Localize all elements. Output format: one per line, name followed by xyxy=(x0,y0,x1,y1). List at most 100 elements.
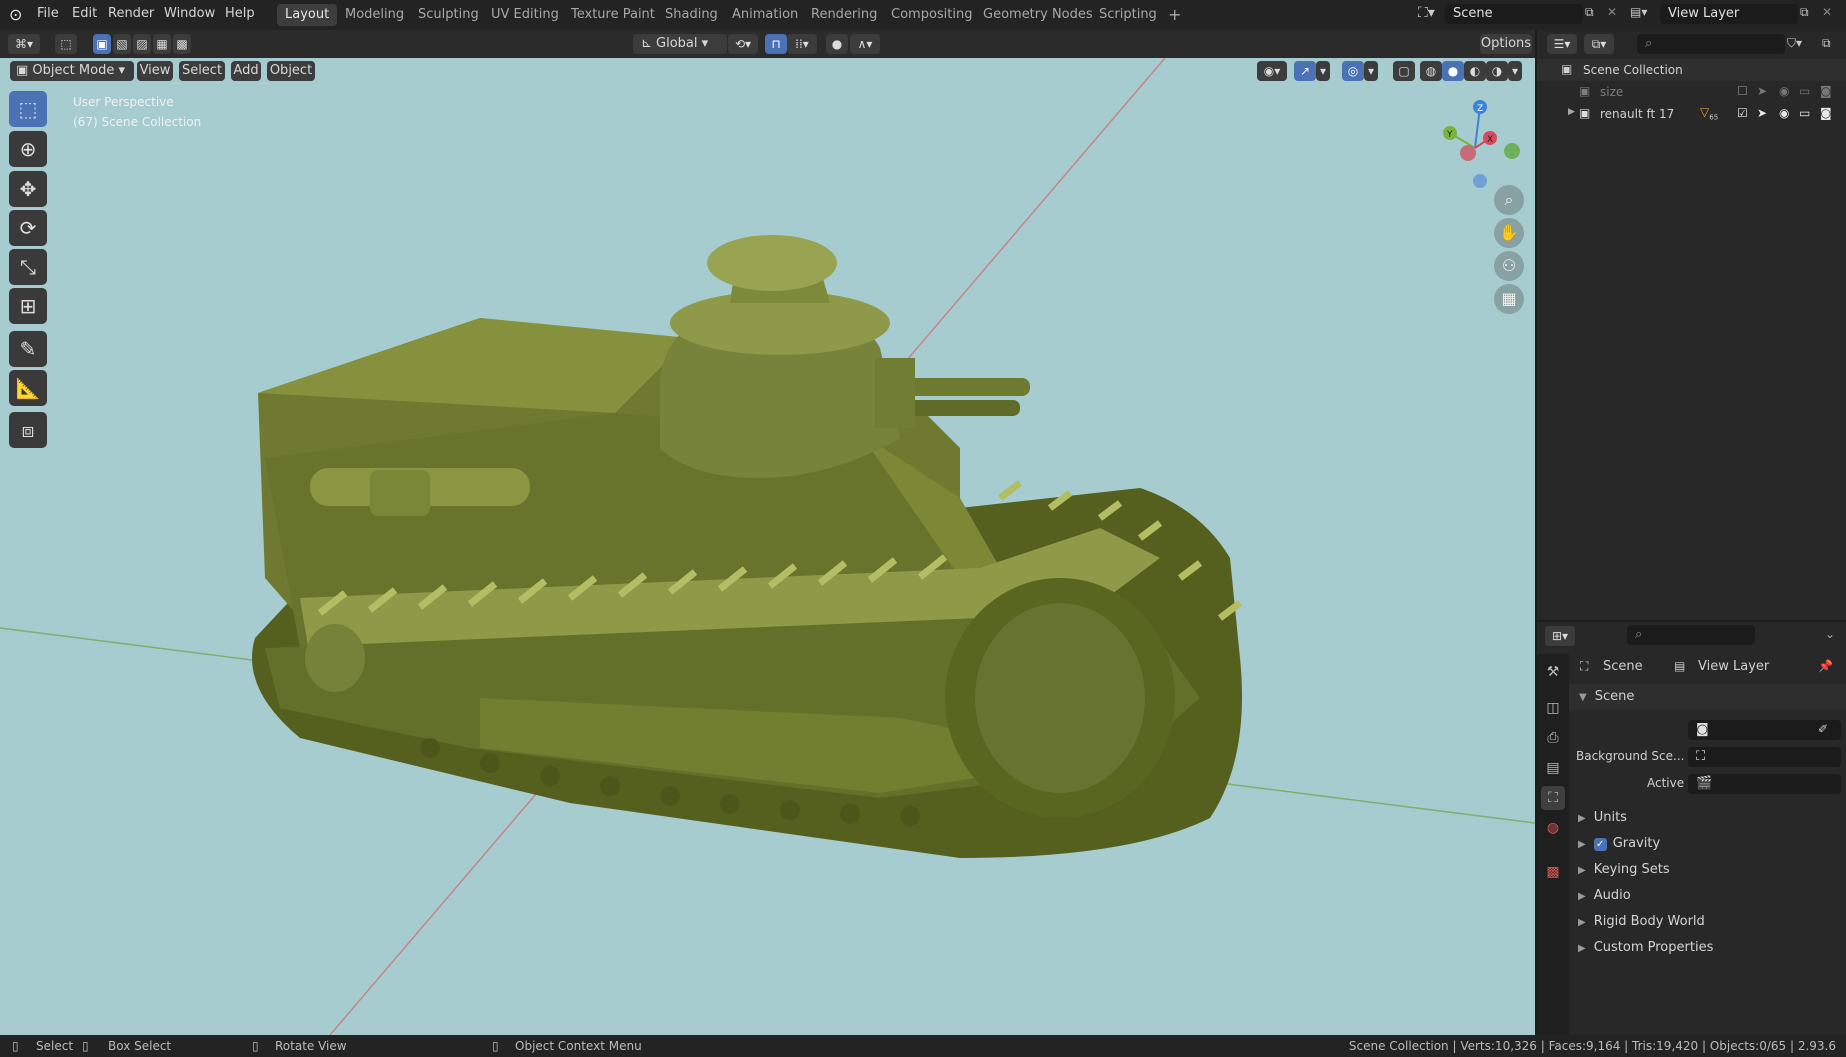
custom-properties-subsection[interactable]: ▶ Custom Properties xyxy=(1570,940,1713,955)
scene-icon[interactable]: ⛶▾ xyxy=(1418,5,1435,21)
select-box-tool-icon[interactable]: ⬚ xyxy=(9,91,47,127)
display-mode-icon[interactable]: ⧉▾ xyxy=(1584,34,1614,54)
neg-z-handle[interactable] xyxy=(1473,174,1487,188)
select-tool-icon[interactable]: ⬚ xyxy=(55,34,77,54)
tab-uv-editing[interactable]: UV Editing xyxy=(483,4,567,26)
blender-logo-icon[interactable]: ⊙ xyxy=(9,5,22,24)
options-dropdown[interactable]: Options ▾ xyxy=(1480,34,1532,71)
mode-invert-icon[interactable]: ▦ xyxy=(153,34,171,54)
chevron-down-icon[interactable]: ⌄ xyxy=(1825,627,1835,641)
outliner-row-size[interactable]: ▣ size ☐ ➤ ◉ ▭ ◙ xyxy=(1537,81,1846,103)
cursor-tool-icon[interactable]: ⊕ xyxy=(9,131,47,167)
selectable-arrow-icon[interactable]: ➤ xyxy=(1757,84,1767,98)
tab-sculpting[interactable]: Sculpting xyxy=(410,4,487,26)
eyedropper-icon[interactable]: ✐ xyxy=(1818,722,1828,736)
output-tab-icon[interactable]: ⎙ xyxy=(1541,726,1565,750)
gravity-checkbox[interactable]: ✓ xyxy=(1593,838,1607,851)
new-view-layer-icon[interactable]: ⧉ xyxy=(1800,5,1809,20)
tank-model[interactable] xyxy=(252,235,1243,858)
eye-icon[interactable]: ◉ xyxy=(1779,106,1789,120)
scene-selector[interactable]: Scene xyxy=(1445,4,1583,24)
outliner-row-root[interactable]: ▣ Scene Collection xyxy=(1537,59,1846,81)
outliner-search-input[interactable]: ⌕ xyxy=(1637,34,1785,54)
menu-render[interactable]: Render xyxy=(108,6,154,21)
mode-subtract-icon[interactable]: ▨ xyxy=(133,34,151,54)
monitor-icon[interactable]: ▭ xyxy=(1799,84,1810,98)
shading-dropdown-icon[interactable]: ▾ xyxy=(1508,61,1522,81)
audio-subsection[interactable]: ▶ Audio xyxy=(1570,888,1631,903)
add-workspace-button[interactable]: + xyxy=(1160,4,1189,26)
tab-scripting[interactable]: Scripting xyxy=(1091,4,1165,26)
expand-arrow-icon[interactable]: ▶ xyxy=(1568,107,1575,117)
tab-rendering[interactable]: Rendering xyxy=(803,4,885,26)
view-layer-selector[interactable]: View Layer xyxy=(1660,4,1798,24)
outliner-editor-icon[interactable]: ☰▾ xyxy=(1547,34,1577,54)
move-tool-icon[interactable]: ✥ xyxy=(9,171,47,207)
monitor-icon[interactable]: ▭ xyxy=(1799,106,1810,120)
rendered-shading-icon[interactable]: ◑ xyxy=(1486,61,1508,81)
zoom-icon[interactable]: ⌕ xyxy=(1494,185,1524,215)
camera-view-icon[interactable]: ⚇ xyxy=(1494,251,1524,281)
menu-file[interactable]: File xyxy=(37,6,59,21)
tab-modeling[interactable]: Modeling xyxy=(337,4,412,26)
xray-toggle-icon[interactable]: ▢ xyxy=(1393,61,1415,81)
overlays-toggle-icon[interactable]: ◎ xyxy=(1342,61,1364,81)
background-scene-field[interactable]: ⛶ xyxy=(1688,747,1841,767)
tool-tab-icon[interactable]: ⚒ xyxy=(1541,660,1565,684)
tab-layout[interactable]: Layout xyxy=(277,4,338,26)
camera-icon[interactable]: ◙ xyxy=(1820,106,1832,120)
transform-tool-icon[interactable]: ⊞ xyxy=(9,288,47,324)
snap-toggle-icon[interactable]: ⊓ xyxy=(765,34,787,54)
new-collection-icon[interactable]: ⧉ xyxy=(1822,36,1831,51)
rigid-body-world-subsection[interactable]: ▶ Rigid Body World xyxy=(1570,914,1705,929)
menu-edit[interactable]: Edit xyxy=(72,6,97,21)
ortho-grid-icon[interactable]: ▦ xyxy=(1494,284,1524,314)
tab-shading[interactable]: Shading xyxy=(657,4,726,26)
snap-target-icon[interactable]: ⁞⁞▾ xyxy=(787,34,817,54)
neg-x-handle[interactable] xyxy=(1460,145,1476,161)
scene-section-header[interactable]: ▼ Scene xyxy=(1569,684,1846,710)
add-cube-tool-icon[interactable]: ⧈ xyxy=(9,412,47,448)
tab-texture-paint[interactable]: Texture Paint xyxy=(563,4,663,26)
eye-icon[interactable]: ◉ xyxy=(1779,84,1789,98)
tab-compositing[interactable]: Compositing xyxy=(883,4,981,26)
view-layer-tab-icon[interactable]: ▤ xyxy=(1541,756,1565,780)
active-clip-field[interactable]: 🎬 xyxy=(1688,774,1841,794)
keying-sets-subsection[interactable]: ▶ Keying Sets xyxy=(1570,862,1670,877)
outliner-row-renault[interactable]: ▶ ▣ renault ft 17 ▽65 ☑ ➤ ◉ ▭ ◙ xyxy=(1537,103,1846,125)
properties-editor-icon[interactable]: ⊞▾ xyxy=(1545,626,1575,646)
render-tab-icon[interactable]: ◫ xyxy=(1541,696,1565,720)
measure-tool-icon[interactable]: 📐 xyxy=(9,370,47,406)
scale-tool-icon[interactable]: ⤡ xyxy=(9,249,47,285)
menu-window[interactable]: Window xyxy=(164,6,215,21)
3d-viewport[interactable]: ▣ Object Mode ▾ View Select Add Object U… xyxy=(0,58,1535,1035)
visibility-icon[interactable]: ◉▾ xyxy=(1257,61,1287,81)
tab-geometry-nodes[interactable]: Geometry Nodes xyxy=(975,4,1101,26)
camera-icon[interactable]: ◙ xyxy=(1820,84,1832,98)
world-tab-icon[interactable]: ◍ xyxy=(1541,816,1565,840)
units-subsection[interactable]: ▶ Units xyxy=(1570,810,1627,825)
pivot-point-icon[interactable]: ⟲▾ xyxy=(728,34,758,54)
mode-dropdown[interactable]: ▣ Object Mode ▾ xyxy=(10,61,134,81)
proportional-edit-icon[interactable]: ● xyxy=(826,34,848,54)
object-menu[interactable]: Object xyxy=(267,61,315,81)
mode-new-icon[interactable]: ▣ xyxy=(93,34,111,54)
add-menu[interactable]: Add xyxy=(231,61,261,81)
menu-help[interactable]: Help xyxy=(225,6,255,21)
gravity-subsection[interactable]: ▶ ✓ Gravity xyxy=(1570,836,1660,851)
close-icon[interactable]: ✕ xyxy=(1607,5,1617,19)
exclude-checkbox[interactable]: ☐ xyxy=(1737,84,1748,98)
view-layer-icon[interactable]: ▤▾ xyxy=(1630,5,1647,19)
pin-icon[interactable]: 📌 xyxy=(1818,659,1833,673)
proportional-falloff-icon[interactable]: ∧▾ xyxy=(850,34,880,54)
tab-animation[interactable]: Animation xyxy=(724,4,806,26)
view-menu[interactable]: View xyxy=(137,61,173,81)
material-shading-icon[interactable]: ◐ xyxy=(1464,61,1486,81)
scene-tab-icon[interactable]: ⛶ xyxy=(1541,786,1565,810)
solid-shading-icon[interactable]: ● xyxy=(1442,61,1464,81)
new-scene-icon[interactable]: ⧉ xyxy=(1585,5,1594,20)
annotate-tool-icon[interactable]: ✎ xyxy=(9,331,47,367)
mode-intersect-icon[interactable]: ▩ xyxy=(173,34,191,54)
close-icon[interactable]: ✕ xyxy=(1822,5,1832,19)
gizmo-dropdown-icon[interactable]: ▾ xyxy=(1316,61,1330,81)
